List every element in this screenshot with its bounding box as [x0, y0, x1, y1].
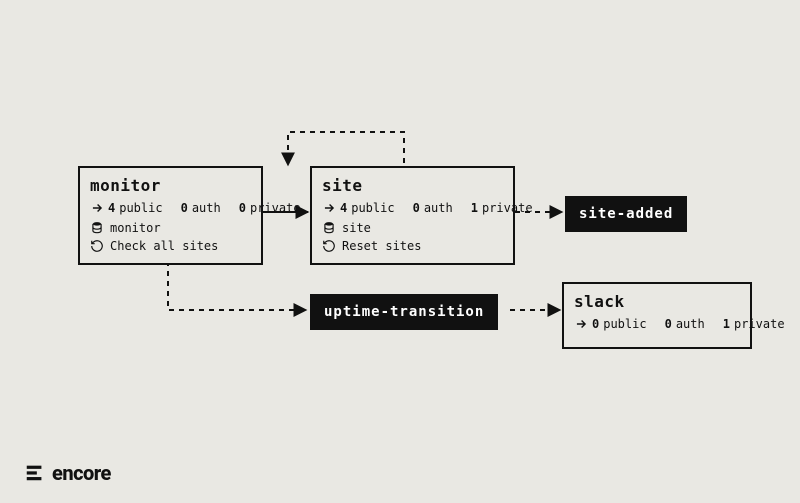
stat-public: 4 public	[90, 201, 163, 215]
stat-private: 0 private	[239, 201, 301, 215]
stat-value: 1	[471, 201, 478, 215]
arrow-right-icon	[90, 201, 104, 215]
node-stats: 0 public 0 auth 1 private	[574, 317, 740, 331]
brand-name: encore	[52, 461, 111, 485]
service-node-site: site 4 public 0 auth 1 private site Rese…	[310, 166, 515, 265]
stat-value: 0	[413, 201, 420, 215]
stat-label: public	[351, 201, 394, 215]
service-node-slack: slack 0 public 0 auth 1 private	[562, 282, 752, 349]
arrow-right-icon	[322, 201, 336, 215]
stat-label: public	[119, 201, 162, 215]
node-title: site	[322, 176, 503, 195]
stat-auth: 0 auth	[413, 201, 453, 215]
db-row: site	[322, 221, 503, 235]
node-stats: 4 public 0 auth 1 private	[322, 201, 503, 215]
db-label: monitor	[110, 221, 161, 235]
stat-value: 0	[239, 201, 246, 215]
diagram-canvas: monitor 4 public 0 auth 0 private monito…	[0, 0, 800, 503]
database-icon	[90, 221, 104, 235]
stat-private: 1 private	[723, 317, 785, 331]
refresh-icon	[90, 239, 104, 253]
stat-value: 1	[723, 317, 730, 331]
node-stats: 4 public 0 auth 0 private	[90, 201, 251, 215]
stat-value: 0	[592, 317, 599, 331]
cron-row: Reset sites	[322, 239, 503, 253]
stat-value: 4	[340, 201, 347, 215]
cron-label: Check all sites	[110, 239, 218, 253]
stat-label: auth	[424, 201, 453, 215]
stat-value: 4	[108, 201, 115, 215]
stat-public: 0 public	[574, 317, 647, 331]
db-row: monitor	[90, 221, 251, 235]
edge-site-to-monitor	[288, 132, 404, 165]
database-icon	[322, 221, 336, 235]
node-title: slack	[574, 292, 740, 311]
cron-row: Check all sites	[90, 239, 251, 253]
node-title: monitor	[90, 176, 251, 195]
encore-logo-icon	[24, 462, 46, 484]
stat-label: private	[250, 201, 301, 215]
stat-value: 0	[181, 201, 188, 215]
stat-label: auth	[676, 317, 705, 331]
stat-public: 4 public	[322, 201, 395, 215]
arrow-right-icon	[574, 317, 588, 331]
stat-value: 0	[665, 317, 672, 331]
stat-auth: 0 auth	[665, 317, 705, 331]
stat-label: private	[482, 201, 533, 215]
stat-private: 1 private	[471, 201, 533, 215]
brand-logo: encore	[24, 461, 111, 485]
edge-monitor-to-uptime	[168, 261, 306, 310]
service-node-monitor: monitor 4 public 0 auth 0 private monito…	[78, 166, 263, 265]
event-badge-uptime-transition: uptime-transition	[310, 294, 498, 330]
refresh-icon	[322, 239, 336, 253]
stat-auth: 0 auth	[181, 201, 221, 215]
event-badge-site-added: site-added	[565, 196, 687, 232]
db-label: site	[342, 221, 371, 235]
stat-label: private	[734, 317, 785, 331]
stat-label: auth	[192, 201, 221, 215]
cron-label: Reset sites	[342, 239, 421, 253]
stat-label: public	[603, 317, 646, 331]
